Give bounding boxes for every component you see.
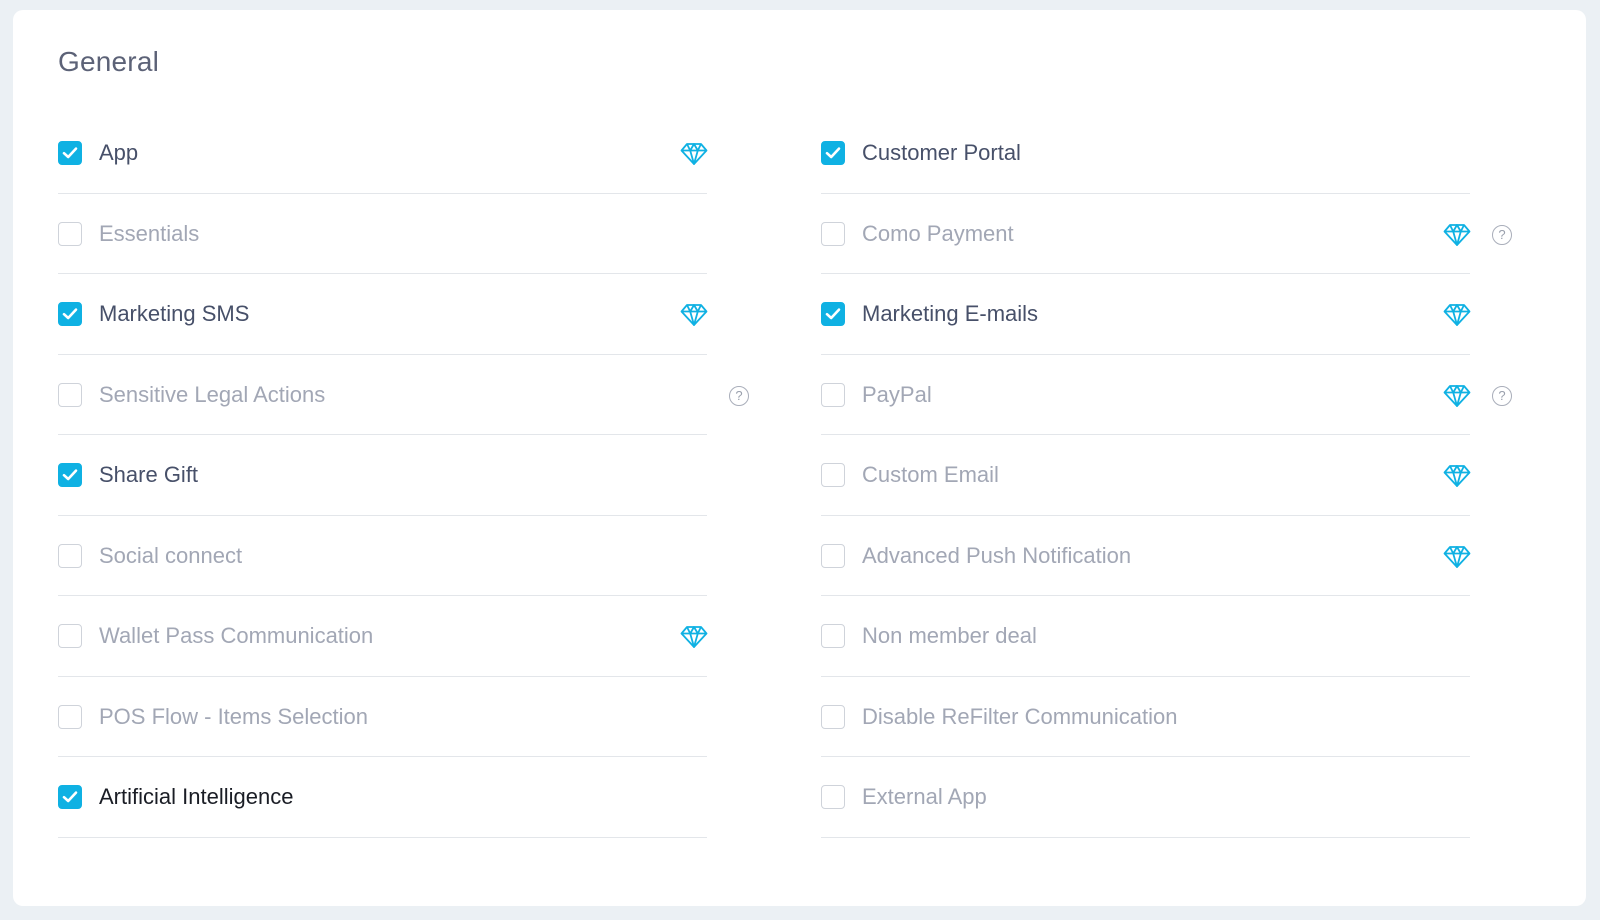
section-title: General (58, 46, 160, 77)
feature-row-share-gift: Share Gift (58, 435, 707, 516)
feature-list-left: App Essentials Marketing SMS Sensitive Lega… (58, 113, 749, 838)
diamond-icon (1443, 545, 1471, 569)
essentials-label[interactable]: Essentials (99, 221, 199, 247)
marketing-sms-checkbox[interactable] (58, 302, 82, 326)
marketing-e-mails-checkbox[interactable] (821, 302, 845, 326)
feature-row-custom-email: Custom Email (821, 435, 1471, 516)
social-connect-label[interactable]: Social connect (99, 543, 242, 569)
diamond-icon (1443, 223, 1471, 247)
feature-row-app: App (58, 113, 708, 194)
app-label[interactable]: App (99, 140, 138, 166)
non-member-deal-label[interactable]: Non member deal (862, 623, 1037, 649)
non-member-deal-checkbox[interactable] (821, 624, 845, 648)
marketing-sms-label[interactable]: Marketing SMS (99, 301, 249, 327)
feature-row-paypal: PayPal? (821, 355, 1512, 435)
sensitive-legal-actions-label[interactable]: Sensitive Legal Actions (99, 382, 325, 408)
como-payment-label[interactable]: Como Payment (862, 221, 1014, 247)
feature-row-wallet-pass-communication: Wallet Pass Communication (58, 596, 708, 677)
feature-row-sensitive-legal-actions: Sensitive Legal Actions? (58, 355, 749, 435)
external-app-checkbox[interactable] (821, 785, 845, 809)
feature-row-non-member-deal: Non member deal (821, 596, 1470, 677)
diamond-icon (1443, 303, 1471, 327)
feature-row-customer-portal: Customer Portal (821, 113, 1470, 194)
pos-flow-items-selection-label[interactable]: POS Flow - Items Selection (99, 704, 368, 730)
feature-row-advanced-push-notification: Advanced Push Notification (821, 516, 1471, 596)
advanced-push-notification-label[interactable]: Advanced Push Notification (862, 543, 1131, 569)
advanced-push-notification-checkbox[interactable] (821, 543, 845, 568)
help-icon[interactable]: ? (1492, 224, 1512, 245)
customer-portal-checkbox[interactable] (821, 141, 845, 165)
wallet-pass-communication-checkbox[interactable] (58, 624, 82, 648)
diamond-icon (1443, 384, 1471, 408)
feature-row-marketing-e-mails: Marketing E-mails (821, 274, 1471, 355)
disable-refilter-communication-label[interactable]: Disable ReFilter Communication (862, 704, 1177, 730)
help-icon[interactable]: ? (729, 385, 749, 406)
feature-list-right: Customer Portal Como Payment? Marketing E-… (821, 113, 1512, 838)
feature-row-pos-flow-items-selection: POS Flow - Items Selection (58, 677, 707, 757)
feature-row-disable-refilter-communication: Disable ReFilter Communication (821, 677, 1470, 757)
sensitive-legal-actions-checkbox[interactable] (58, 382, 82, 407)
feature-row-essentials: Essentials (58, 194, 707, 274)
feature-row-marketing-sms: Marketing SMS (58, 274, 708, 355)
general-settings-panel: General App Essentials Marketing SMS Sensit… (13, 10, 1586, 906)
diamond-icon (1443, 464, 1471, 488)
custom-email-checkbox[interactable] (821, 463, 845, 487)
artificial-intelligence-label[interactable]: Artificial Intelligence (99, 784, 293, 810)
paypal-checkbox[interactable] (821, 382, 845, 407)
artificial-intelligence-checkbox[interactable] (58, 785, 82, 809)
como-payment-checkbox[interactable] (821, 221, 845, 246)
share-gift-checkbox[interactable] (58, 463, 82, 487)
share-gift-label[interactable]: Share Gift (99, 462, 198, 488)
diamond-icon (680, 625, 708, 649)
feature-row-social-connect: Social connect (58, 516, 707, 596)
feature-row-artificial-intelligence: Artificial Intelligence (58, 757, 707, 838)
customer-portal-label[interactable]: Customer Portal (862, 140, 1021, 166)
pos-flow-items-selection-checkbox[interactable] (58, 704, 82, 729)
custom-email-label[interactable]: Custom Email (862, 462, 999, 488)
feature-row-como-payment: Como Payment? (821, 194, 1512, 274)
help-icon[interactable]: ? (1492, 385, 1512, 406)
essentials-checkbox[interactable] (58, 221, 82, 246)
paypal-label[interactable]: PayPal (862, 382, 932, 408)
marketing-e-mails-label[interactable]: Marketing E-mails (862, 301, 1038, 327)
social-connect-checkbox[interactable] (58, 543, 82, 568)
diamond-icon (680, 142, 708, 166)
feature-row-external-app: External App (821, 757, 1470, 838)
app-checkbox[interactable] (58, 141, 82, 165)
external-app-label[interactable]: External App (862, 784, 987, 810)
diamond-icon (680, 303, 708, 327)
disable-refilter-communication-checkbox[interactable] (821, 704, 845, 729)
wallet-pass-communication-label[interactable]: Wallet Pass Communication (99, 623, 373, 649)
